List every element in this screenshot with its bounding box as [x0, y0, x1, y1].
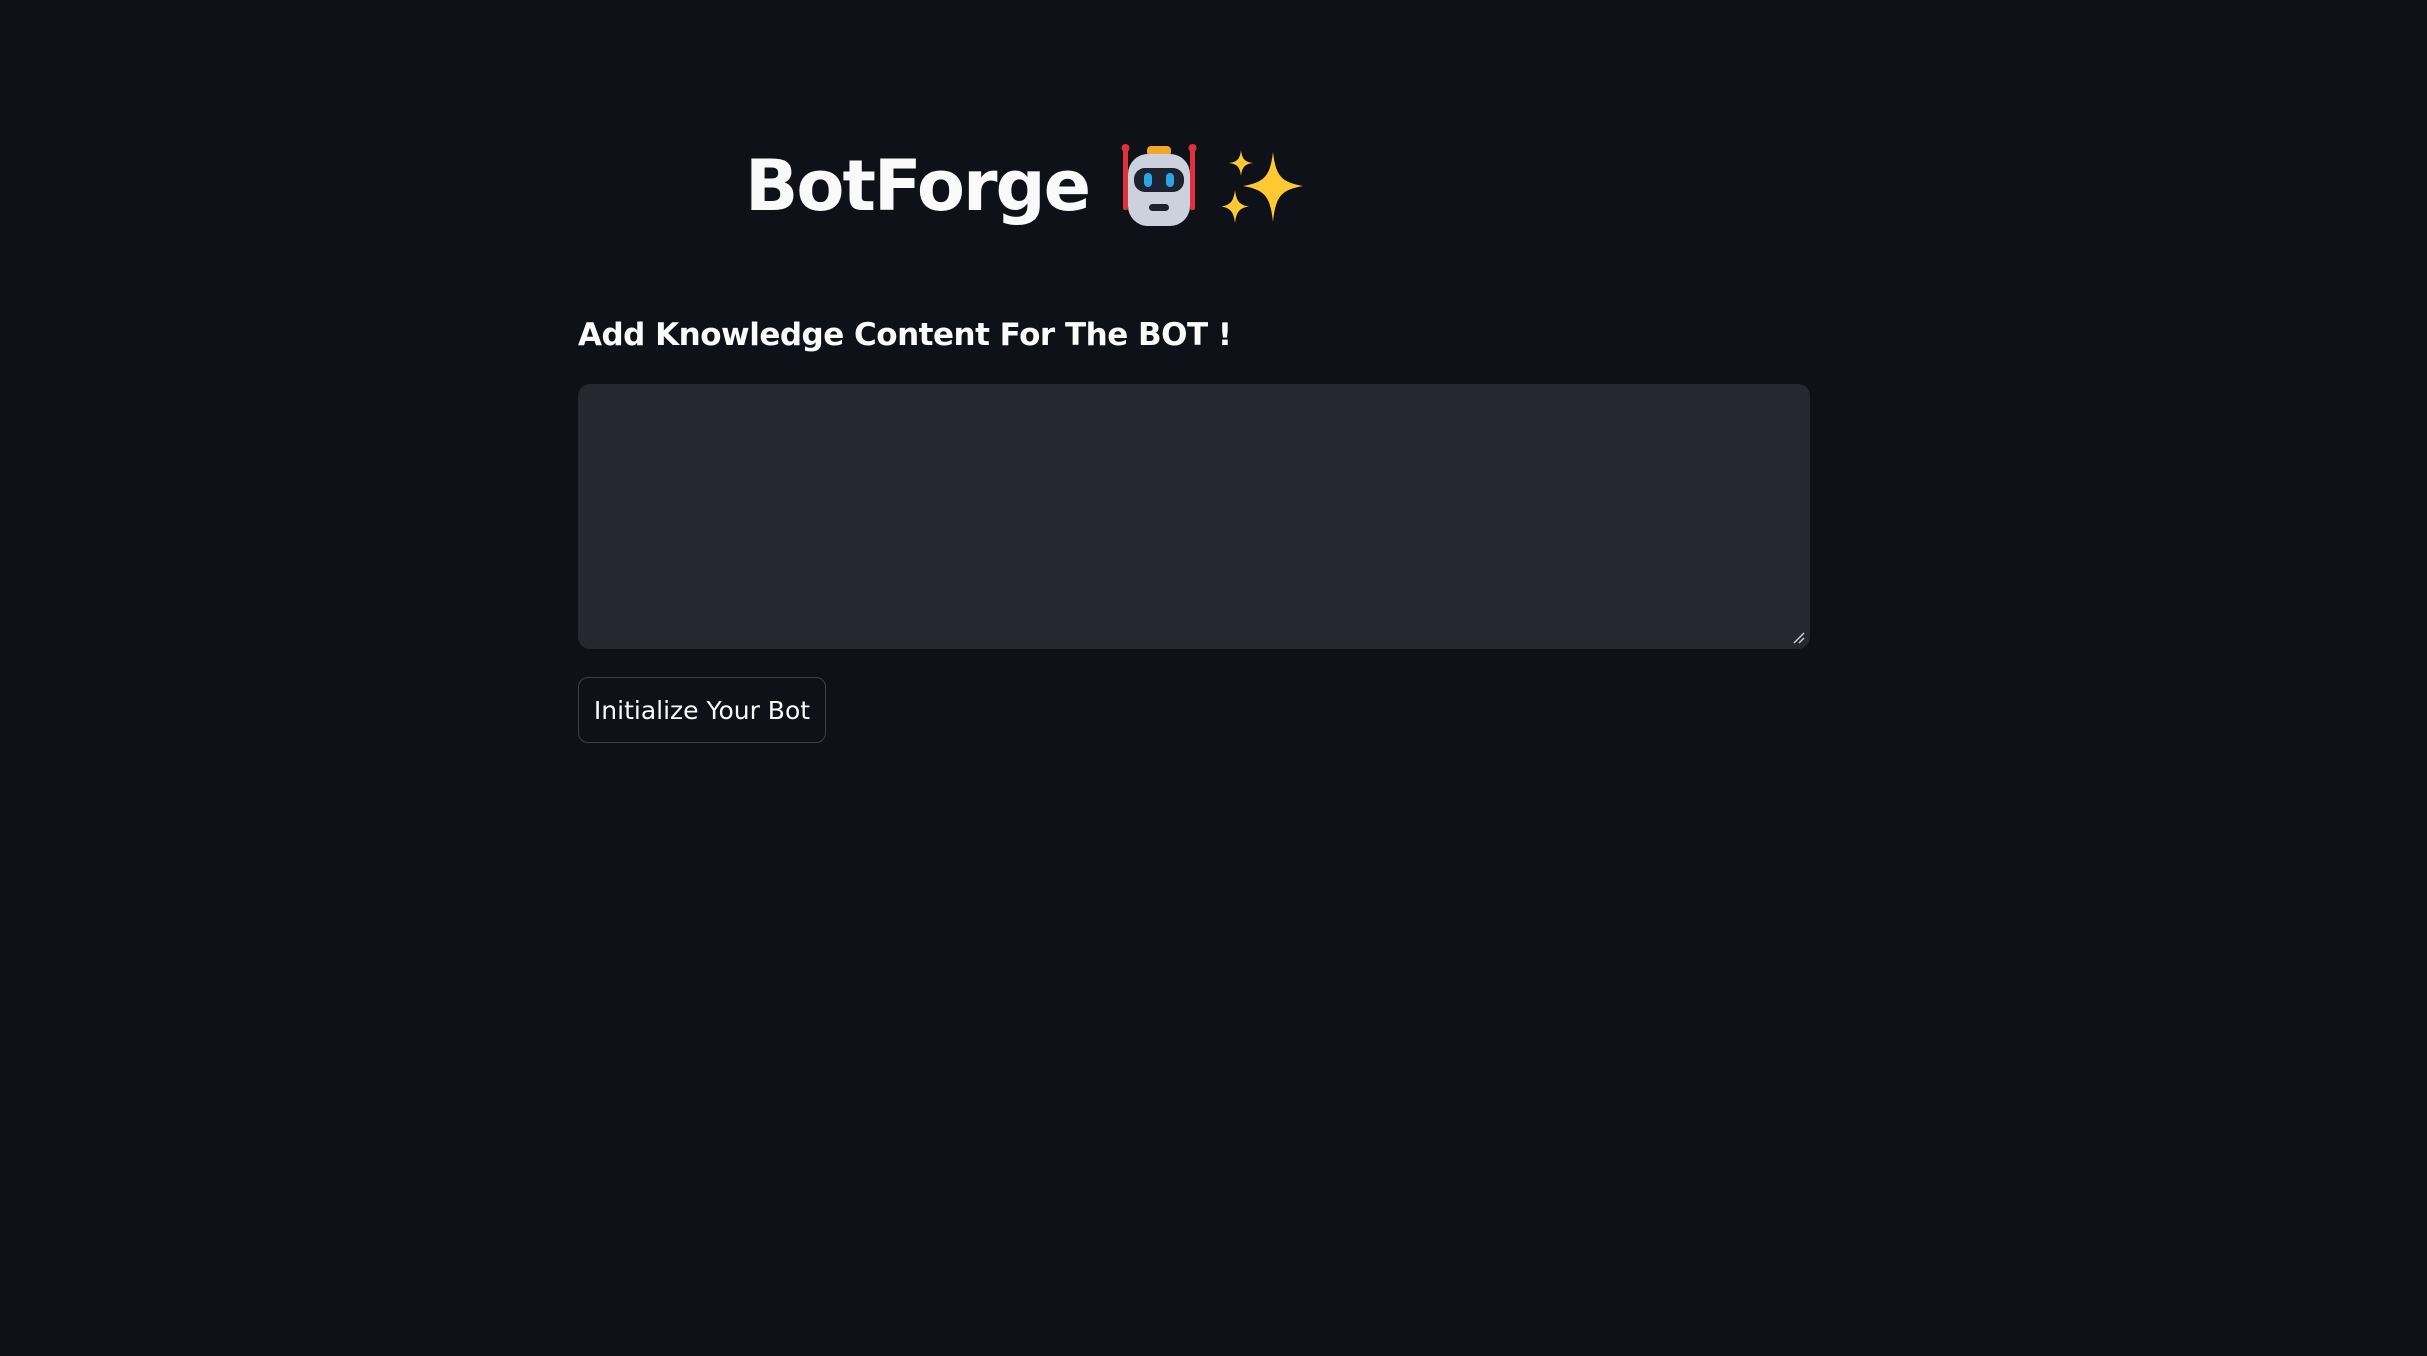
knowledge-textarea-container: [578, 384, 1810, 649]
app-title: BotForge: [745, 145, 1091, 227]
initialize-bot-button[interactable]: Initialize Your Bot: [578, 677, 826, 743]
app-page: BotForge Add Knowledge Content For The B…: [0, 0, 2427, 1356]
sparkles-icon: [1221, 150, 1304, 223]
resize-handle-icon[interactable]: [1791, 630, 1805, 644]
knowledge-content-input[interactable]: [579, 385, 1809, 648]
title-row: BotForge: [745, 136, 1305, 236]
robot-icon: [1121, 144, 1197, 226]
knowledge-heading: Add Knowledge Content For The BOT !: [578, 317, 1232, 353]
